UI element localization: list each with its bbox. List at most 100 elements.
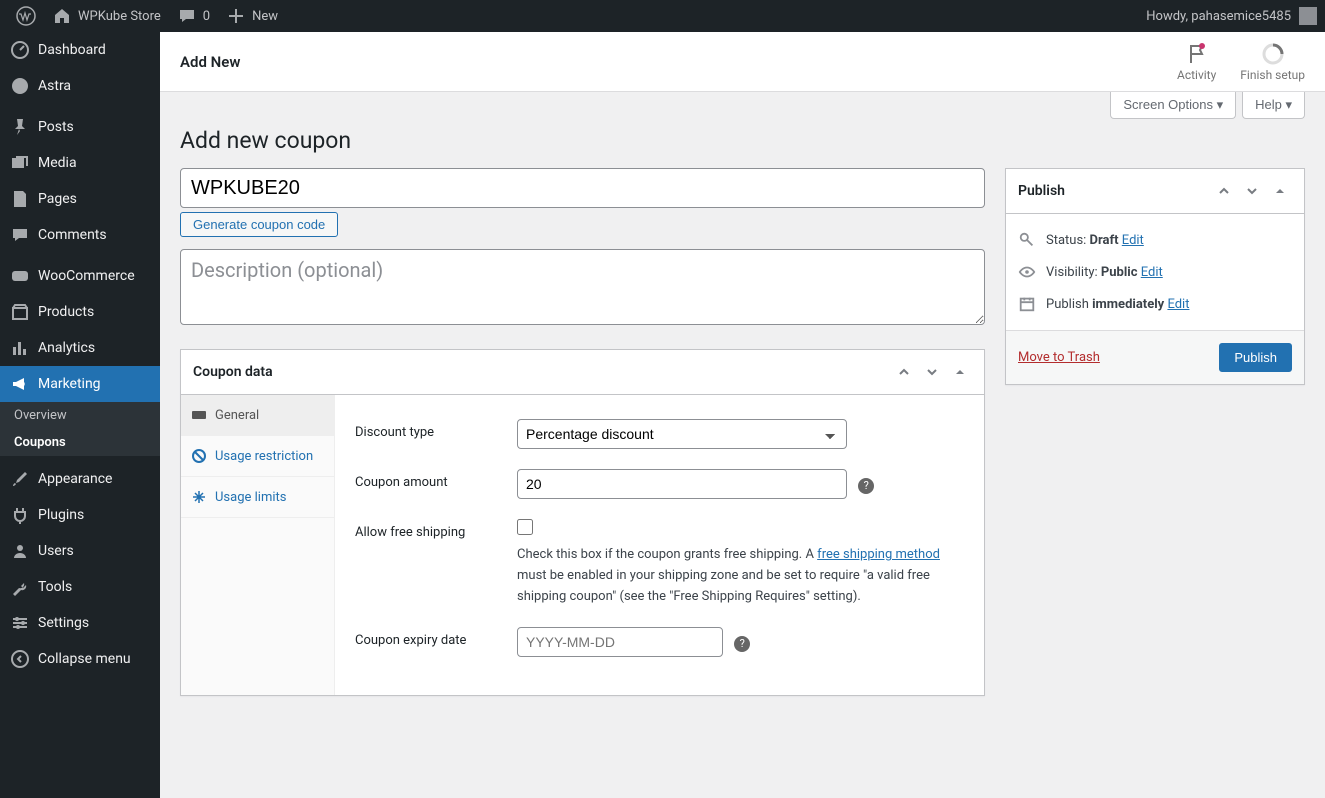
- free-shipping-checkbox[interactable]: [517, 519, 533, 535]
- coupon-tabs: General Usage restriction Usage limits: [181, 395, 335, 695]
- screen-options-button[interactable]: Screen Options ▾: [1110, 92, 1236, 119]
- block-icon: [191, 448, 207, 464]
- expiry-date-input[interactable]: [517, 627, 723, 657]
- menu-appearance[interactable]: Appearance: [0, 461, 160, 497]
- wordpress-icon: [16, 6, 36, 26]
- edit-visibility-link[interactable]: Edit: [1141, 265, 1163, 280]
- comments-icon: [10, 225, 30, 245]
- menu-users[interactable]: Users: [0, 533, 160, 569]
- progress-icon: [1261, 42, 1285, 66]
- free-shipping-label: Allow free shipping: [355, 519, 517, 540]
- comment-icon: [177, 6, 197, 26]
- plug-icon: [10, 505, 30, 525]
- coupon-data-box: Coupon data General: [180, 349, 985, 696]
- coupon-description-input[interactable]: [180, 249, 985, 325]
- move-to-trash-link[interactable]: Move to Trash: [1018, 350, 1100, 365]
- caret-up-icon: [953, 365, 967, 379]
- flag-icon: [1185, 42, 1209, 66]
- woocommerce-icon: [10, 266, 30, 286]
- limits-icon: [191, 489, 207, 505]
- schedule-row: Publish immediately Edit: [1018, 288, 1292, 320]
- menu-analytics[interactable]: Analytics: [0, 330, 160, 366]
- menu-settings[interactable]: Settings: [0, 605, 160, 641]
- collapse-icon: [10, 649, 30, 669]
- users-icon: [10, 541, 30, 561]
- caret-up-icon: [1273, 184, 1287, 198]
- comments-count: 0: [203, 9, 210, 24]
- wp-logo[interactable]: [8, 0, 44, 32]
- free-shipping-method-link[interactable]: free shipping method: [817, 547, 940, 562]
- coupon-amount-input[interactable]: [517, 469, 847, 499]
- generate-code-button[interactable]: Generate coupon code: [180, 212, 338, 237]
- howdy-text[interactable]: Howdy, pahasemice5485: [1146, 9, 1291, 24]
- page-header-bar: Add New Activity Finish setup: [160, 32, 1325, 92]
- admin-menu: Dashboard Astra Posts Media Pages Commen…: [0, 32, 160, 798]
- submenu-overview[interactable]: Overview: [0, 402, 160, 429]
- calendar-icon: [1018, 295, 1036, 313]
- new-label: New: [252, 9, 278, 24]
- submenu-coupons[interactable]: Coupons: [0, 429, 160, 456]
- dashboard-icon: [10, 40, 30, 60]
- avatar[interactable]: [1299, 7, 1317, 25]
- amount-help-icon[interactable]: ?: [858, 478, 874, 494]
- products-icon: [10, 302, 30, 322]
- tab-usage-limits[interactable]: Usage limits: [181, 477, 334, 518]
- menu-woocommerce[interactable]: WooCommerce: [0, 258, 160, 294]
- new-content-link[interactable]: New: [218, 0, 286, 32]
- chevron-down-icon: [925, 365, 939, 379]
- coupon-code-input[interactable]: [180, 168, 985, 208]
- menu-tools[interactable]: Tools: [0, 569, 160, 605]
- menu-dashboard[interactable]: Dashboard: [0, 32, 160, 68]
- toggle-button[interactable]: [948, 360, 972, 384]
- admin-bar: WPKube Store 0 New Howdy, pahasemice5485: [0, 0, 1325, 32]
- marketing-submenu: Overview Coupons: [0, 402, 160, 456]
- move-up-button[interactable]: [892, 360, 916, 384]
- edit-status-link[interactable]: Edit: [1122, 233, 1144, 248]
- status-row: Status: Draft Edit: [1018, 224, 1292, 256]
- publish-move-down[interactable]: [1240, 179, 1264, 203]
- menu-collapse[interactable]: Collapse menu: [0, 641, 160, 677]
- header-title: Add New: [180, 53, 240, 71]
- expiry-help-icon[interactable]: ?: [734, 636, 750, 652]
- home-icon: [52, 6, 72, 26]
- site-name-label: WPKube Store: [78, 9, 161, 24]
- menu-media[interactable]: Media: [0, 145, 160, 181]
- tab-usage-restriction[interactable]: Usage restriction: [181, 436, 334, 477]
- activity-button[interactable]: Activity: [1177, 42, 1216, 82]
- menu-products[interactable]: Products: [0, 294, 160, 330]
- publish-toggle[interactable]: [1268, 179, 1292, 203]
- sliders-icon: [10, 613, 30, 633]
- move-down-button[interactable]: [920, 360, 944, 384]
- menu-marketing[interactable]: Marketing: [0, 366, 160, 402]
- chevron-up-icon: [897, 365, 911, 379]
- free-shipping-help: Check this box if the coupon grants free…: [517, 545, 947, 607]
- media-icon: [10, 153, 30, 173]
- discount-type-select[interactable]: Percentage discount: [517, 419, 847, 449]
- ticket-icon: [191, 407, 207, 423]
- chevron-up-icon: [1217, 184, 1231, 198]
- page-title: Add new coupon: [180, 127, 1305, 154]
- menu-posts[interactable]: Posts: [0, 109, 160, 145]
- page-icon: [10, 189, 30, 209]
- pin-icon: [10, 117, 30, 137]
- chevron-down-icon: [1245, 184, 1259, 198]
- plus-icon: [226, 6, 246, 26]
- publish-button[interactable]: Publish: [1219, 343, 1292, 372]
- comments-link[interactable]: 0: [169, 0, 218, 32]
- publish-box-title: Publish: [1018, 183, 1065, 199]
- menu-plugins[interactable]: Plugins: [0, 497, 160, 533]
- discount-type-label: Discount type: [355, 419, 517, 440]
- menu-comments[interactable]: Comments: [0, 217, 160, 253]
- publish-move-up[interactable]: [1212, 179, 1236, 203]
- help-button[interactable]: Help ▾: [1242, 92, 1305, 119]
- tab-general[interactable]: General: [181, 395, 334, 436]
- edit-schedule-link[interactable]: Edit: [1167, 297, 1189, 312]
- brush-icon: [10, 469, 30, 489]
- menu-astra[interactable]: Astra: [0, 68, 160, 104]
- analytics-icon: [10, 338, 30, 358]
- finish-setup-button[interactable]: Finish setup: [1240, 42, 1305, 82]
- visibility-row: Visibility: Public Edit: [1018, 256, 1292, 288]
- expiry-label: Coupon expiry date: [355, 627, 517, 648]
- site-name-link[interactable]: WPKube Store: [44, 0, 169, 32]
- menu-pages[interactable]: Pages: [0, 181, 160, 217]
